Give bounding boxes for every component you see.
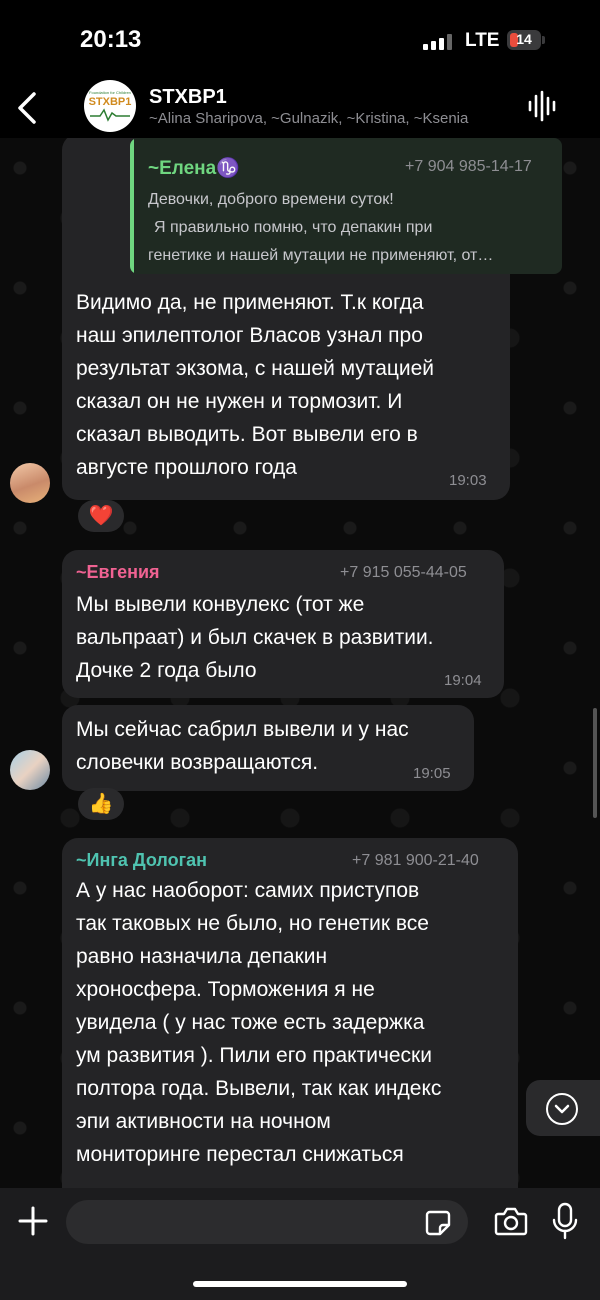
sticker-icon [425,1210,451,1236]
message-line: сказал выводить. Вот вывели его в [76,423,418,446]
message-line: ум развития ). Пили его практически [76,1044,432,1067]
sticker-button[interactable] [424,1209,452,1237]
microphone-icon [552,1202,578,1240]
message-input[interactable] [66,1200,468,1244]
message-text: Мы вывели конвулекс (тот же вальпраат) и… [76,588,496,687]
quoted-line: Я правильно помню, что депакин при [154,219,433,236]
chevron-down-icon [546,1093,578,1125]
message-bubble[interactable]: ~Елена♑ +7 904 985-14-17 Девочки, доброг… [62,138,562,500]
message-line: наш эпилептолог Власов узнал про [76,324,423,347]
plus-icon [18,1206,48,1236]
message-line: вальпраат) и был скачек в развитии. [76,626,434,649]
sender-name-text: ~Инга Дологан [76,850,207,870]
quoted-text: Девочки, доброго времени суток! Я правил… [148,186,553,270]
chevron-left-icon [18,92,36,124]
quoted-phone: +7 904 985-14-17 [405,158,532,175]
quoted-line: Девочки, доброго времени суток! [148,191,394,208]
message-line: Мы вывели конвулекс (тот же [76,593,365,616]
network-type: LTE [465,30,500,51]
message-time: 19:05 [413,765,451,782]
sender-name: ~Инга Дологан [76,850,207,871]
quoted-line: генетике и нашей мутации не применяют, о… [148,247,494,264]
avatar[interactable] [10,750,50,790]
message-line: Дочке 2 года было [76,659,257,682]
message-time: 19:04 [444,672,482,689]
message-text: Мы сейчас сабрил вывели и у нас словечки… [76,713,466,779]
sound-wave-icon [528,90,556,122]
message-line: Видимо да, не применяют. Т.к когда [76,291,424,314]
sender-phone: +7 981 900-21-40 [352,852,479,869]
camera-icon [494,1207,528,1236]
avatar[interactable] [10,463,50,503]
message-text: Видимо да, не применяют. Т.к когда наш э… [76,286,506,484]
reaction-badge[interactable]: ❤️ [78,500,124,532]
message-line: увидела ( у нас тоже есть задержка [76,1011,425,1034]
battery-level: 14 [516,31,532,47]
signal-icon [423,34,455,50]
back-button[interactable] [14,86,44,130]
message-bubble[interactable]: ~Инга Дологан +7 981 900-21-40 А у нас н… [62,838,518,1188]
logo-subtitle: Foundation for Children [89,90,131,95]
scroll-indicator[interactable] [593,708,597,818]
message-line: полтора года. Вывели, так как индекс [76,1077,442,1100]
home-indicator[interactable] [193,1281,407,1287]
sender-phone: +7 915 055-44-05 [340,564,467,581]
message-bubble[interactable]: Мы сейчас сабрил вывели и у нас словечки… [62,705,474,791]
microphone-button[interactable] [552,1202,578,1240]
reaction-badge[interactable]: 👍 [78,788,124,820]
quote-bar [130,138,134,274]
message-line: августе прошлого года [76,456,297,479]
sender-name-text: ~Евгения [76,562,160,582]
message-line: А у нас наоборот: самих приступов [76,879,420,902]
camera-button[interactable] [494,1206,528,1236]
chat-header: Foundation for Children STXBP1 STXBP1 ~A… [0,78,600,138]
attach-button[interactable] [16,1204,50,1238]
battery-tip [542,36,545,44]
pulse-line-icon [90,108,130,122]
message-time: 19:03 [449,472,487,489]
battery-icon: 14 [507,30,541,50]
message-line: сказал он не нужен и тормозит. И [76,390,403,413]
message-text: А у нас наоборот: самих приступов так та… [76,874,512,1171]
group-avatar[interactable]: Foundation for Children STXBP1 [84,80,136,132]
message-line: словечки возвращаются. [76,751,319,774]
voice-chat-button[interactable] [527,90,557,122]
message-bubble[interactable]: ~Евгения +7 915 055-44-05 Мы вывели конв… [62,550,504,698]
scroll-to-bottom-button[interactable] [526,1080,600,1136]
chat-title[interactable]: STXBP1 [149,86,227,109]
message-line: эпи активности на ночном [76,1110,331,1133]
status-time: 20:13 [80,26,142,53]
message-line: так таковых не было, но генетик все [76,912,429,935]
message-line: мониторинге перестал снижаться [76,1143,404,1166]
message-line: хроносфера. Торможения я не [76,978,375,1001]
quoted-sender: ~Елена♑ [148,158,240,179]
message-line: равно назначила депакин [76,945,328,968]
message-line: результат экзома, с нашей мутацией [76,357,435,380]
chat-area[interactable]: ~Елена♑ +7 904 985-14-17 Девочки, доброг… [0,138,600,1188]
input-bar [0,1188,600,1300]
message-line: Мы сейчас сабрил вывели и у нас [76,718,409,741]
chat-members[interactable]: ~Alina Sharipova, ~Gulnazik, ~Kristina, … [149,110,509,127]
logo-text: STXBP1 [88,96,132,108]
status-bar: 20:13 LTE 14 [0,0,600,78]
quoted-reply[interactable]: ~Елена♑ +7 904 985-14-17 Девочки, доброг… [130,138,562,274]
sender-name: ~Евгения [76,562,160,583]
